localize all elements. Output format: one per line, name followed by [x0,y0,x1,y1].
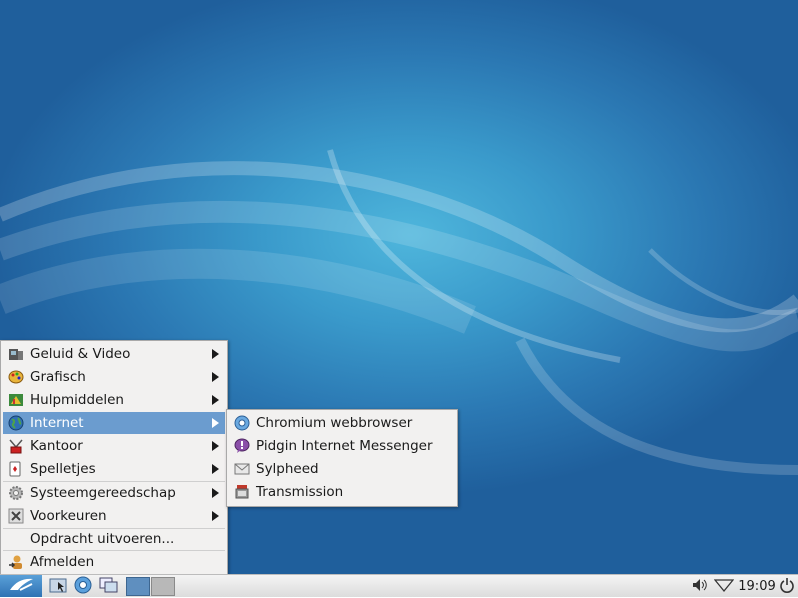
menu-item-label: Grafisch [30,369,86,385]
volume-control[interactable] [690,577,710,596]
menu-item-voorkeuren[interactable]: Voorkeuren [3,505,225,527]
system-tools-icon [7,484,25,502]
internet-submenu: Chromium webbrowser Pidgin Internet Mess… [226,409,458,507]
submenu-arrow-icon [212,372,219,382]
submenu-item-label: Pidgin Internet Messenger [256,438,433,454]
graphics-icon [7,368,25,386]
menu-item-label: Afmelden [30,554,95,570]
workspace-2[interactable] [151,577,175,596]
menu-item-opdracht-uitvoeren[interactable]: Opdracht uitvoeren... [3,528,225,550]
submenu-item-pidgin[interactable]: Pidgin Internet Messenger [229,435,455,457]
network-status[interactable] [713,577,735,596]
menu-item-spelletjes[interactable]: Spelletjes [3,458,225,480]
multimedia-icon [7,345,25,363]
desktop-switch-icon [99,576,119,598]
sylpheed-mail-icon [233,460,251,478]
file-manager-icon [49,576,67,598]
submenu-item-label: Chromium webbrowser [256,415,413,431]
submenu-item-label: Sylpheed [256,461,319,477]
menu-item-label: Internet [30,415,84,431]
games-icon [7,460,25,478]
menu-item-label: Hulpmiddelen [30,392,124,408]
menu-item-systeemgereedschap[interactable]: Systeemgereedschap [3,482,225,504]
submenu-arrow-icon [212,441,219,451]
submenu-arrow-icon [212,349,219,359]
show-desktop-button[interactable] [98,577,120,596]
submenu-arrow-icon [212,418,219,428]
logout-icon [7,553,25,571]
taskbar: 19:09 [0,574,798,597]
submenu-item-sylpheed[interactable]: Sylpheed [229,458,455,480]
submenu-arrow-icon [212,511,219,521]
start-menu-button[interactable] [0,575,42,597]
office-icon [7,437,25,455]
menu-item-kantoor[interactable]: Kantoor [3,435,225,457]
pidgin-icon [233,437,251,455]
chromium-icon [233,414,251,432]
internet-globe-icon [7,414,25,432]
menu-item-label: Opdracht uitvoeren... [30,531,175,547]
blank-icon [7,530,25,548]
volume-icon [691,577,709,597]
menu-item-geluid-video[interactable]: Geluid & Video [3,343,225,365]
start-menu-icon [6,575,36,597]
workspace-1[interactable] [126,577,150,596]
menu-item-label: Spelletjes [30,461,96,477]
accessories-icon [7,391,25,409]
clock-time: 19:09 [738,579,776,594]
submenu-arrow-icon [212,464,219,474]
menu-item-label: Kantoor [30,438,83,454]
submenu-arrow-icon [212,395,219,405]
menu-item-hulpmiddelen[interactable]: Hulpmiddelen [3,389,225,411]
submenu-item-label: Transmission [256,484,344,500]
chromium-icon [74,576,92,598]
transmission-icon [233,483,251,501]
application-menu: Geluid & Video Grafisch Hulpmiddelen Int… [0,340,228,576]
menu-item-internet[interactable]: Internet [3,412,225,434]
submenu-item-transmission[interactable]: Transmission [229,481,455,503]
menu-item-label: Voorkeuren [30,508,107,524]
network-icon [713,577,735,597]
clock[interactable]: 19:09 [738,577,776,596]
menu-item-grafisch[interactable]: Grafisch [3,366,225,388]
submenu-item-chromium[interactable]: Chromium webbrowser [229,412,455,434]
submenu-arrow-icon [212,488,219,498]
power-button[interactable] [778,577,796,596]
preferences-icon [7,507,25,525]
power-icon [779,577,795,597]
chromium-launcher[interactable] [73,576,93,598]
file-manager-launcher[interactable] [48,577,68,596]
menu-item-afmelden[interactable]: Afmelden [3,551,225,573]
menu-item-label: Systeemgereedschap [30,485,176,501]
menu-item-label: Geluid & Video [30,346,131,362]
